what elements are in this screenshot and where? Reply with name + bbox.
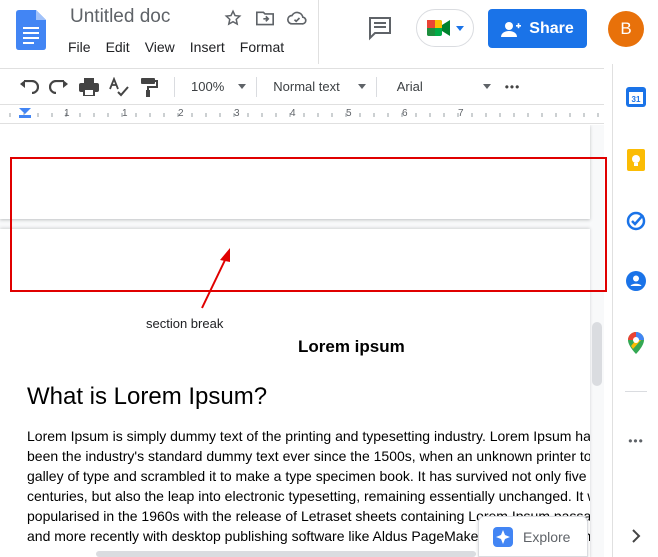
style-select[interactable]: Normal text [273,79,366,94]
app-header: Untitled doc File Edit View Insert Forma… [0,0,658,64]
ruler[interactable]: 1 1 2 3 4 5 6 7 [0,106,604,124]
font-value: Arial [396,79,423,94]
keep-icon[interactable] [625,149,647,171]
ruler-number: 6 [402,108,408,119]
explore-button[interactable]: Explore [478,516,588,557]
ruler-number: 7 [458,108,464,119]
spellcheck-icon[interactable] [108,76,130,98]
toolbar: 100% Normal text Arial ••• [0,68,604,105]
more-addons-icon[interactable]: ••• [625,430,647,452]
chevron-down-icon [238,84,247,89]
maps-icon[interactable] [625,332,647,354]
redo-icon[interactable] [48,76,70,98]
move-folder-icon[interactable] [254,8,276,28]
svg-text:31: 31 [632,95,641,104]
menu-file[interactable]: File [68,39,91,55]
calendar-icon[interactable]: 31 [625,86,647,108]
document-subtitle[interactable]: Lorem ipsum [298,337,405,357]
header-divider [318,0,319,64]
annotation-label: section break [146,316,224,331]
ruler-number: 1 [122,108,128,119]
document-title[interactable]: Untitled doc [70,6,170,28]
toolbar-divider [174,76,175,97]
chevron-right-icon[interactable] [625,525,647,547]
chevron-down-icon [357,84,366,89]
menu-insert[interactable]: Insert [190,39,225,55]
person-add-icon [501,21,522,37]
section-break-highlight [10,157,607,292]
avatar[interactable]: B [608,11,644,47]
menu-edit[interactable]: Edit [106,39,130,55]
explore-label: Explore [523,528,571,545]
undo-icon[interactable] [18,76,40,98]
paint-format-icon[interactable] [138,76,160,98]
side-panel: 31 ••• [612,64,658,557]
horizontal-scrollbar[interactable] [96,551,476,557]
explore-icon [493,526,513,547]
ruler-number: 1 [64,108,70,119]
annotation-arrow [201,248,230,309]
cloud-status-icon[interactable] [286,8,308,28]
zoom-select[interactable]: 100% [191,79,247,94]
star-icon[interactable] [222,8,244,28]
comment-history-icon[interactable] [366,14,394,42]
more-options-icon[interactable]: ••• [505,80,521,94]
ruler-number: 5 [346,108,352,119]
side-panel-divider [625,391,647,392]
vertical-scrollbar[interactable] [592,322,602,386]
toolbar-divider [256,76,258,97]
font-select[interactable]: Arial [397,79,491,94]
share-button[interactable]: Share [488,9,587,48]
first-line-indent-marker [19,115,31,118]
style-value: Normal text [273,79,340,94]
zoom-value: 100% [191,79,225,94]
ruler-number: 2 [178,108,184,119]
menu-format[interactable]: Format [240,39,284,55]
document-heading[interactable]: What is Lorem Ipsum? [27,383,267,411]
body-line: centuries, but also the leap into electr… [27,488,590,504]
menu-bar: File Edit View Insert Format [68,39,299,55]
tasks-icon[interactable] [625,210,647,232]
left-indent-marker [19,108,31,114]
body-line: been the industry's standard dummy text … [27,448,590,464]
menu-view[interactable]: View [145,39,175,55]
contacts-icon[interactable] [625,270,647,292]
meet-button[interactable] [416,9,474,47]
toolbar-divider [375,76,377,97]
ruler-number: 3 [234,108,240,119]
chevron-down-icon [482,84,491,89]
ruler-ticks [9,108,599,118]
chevron-down-icon [456,25,464,31]
docs-logo-icon[interactable] [16,10,46,50]
ruler-number: 4 [290,108,296,119]
meet-icon [427,20,450,36]
body-line: galley of type and scrambled it to make … [27,468,587,484]
share-label: Share [529,19,574,37]
print-icon[interactable] [78,76,100,98]
body-line: Lorem Ipsum is simply dummy text of the … [27,428,590,444]
